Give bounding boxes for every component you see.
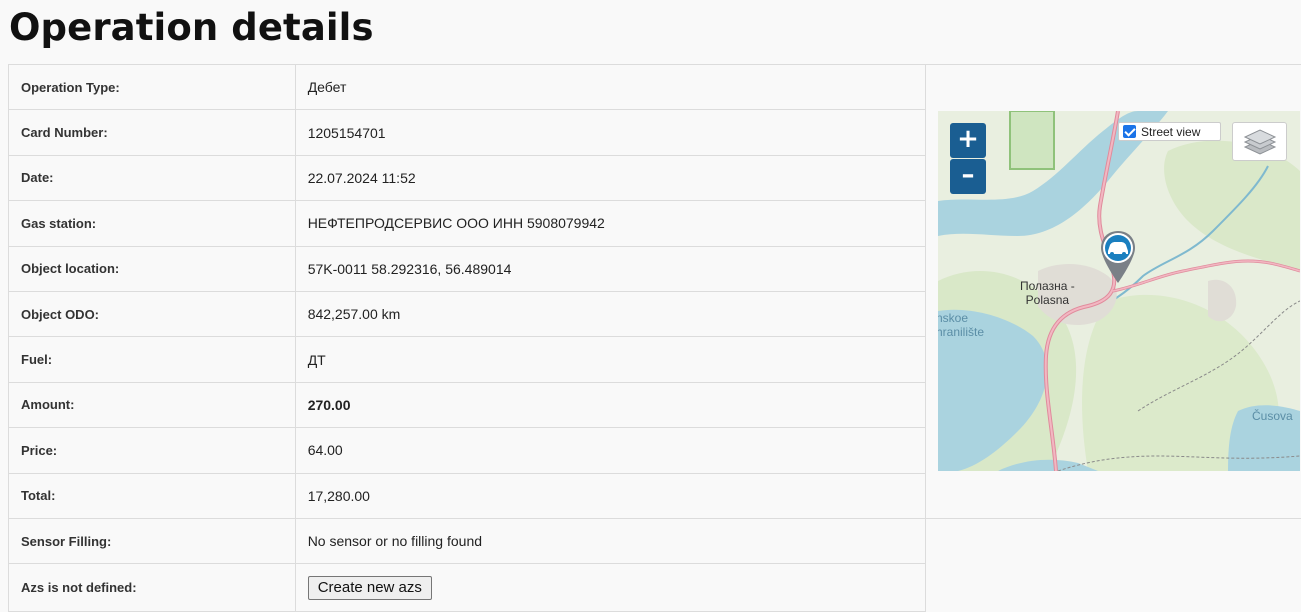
table-row: Gas station: НЕФТЕПРОДСЕРВИС ООО ИНН 590… <box>8 200 927 247</box>
row-value-gas-station: НЕФТЕПРОДСЕРВИС ООО ИНН 5908079942 <box>294 200 927 247</box>
row-label-object-odo: Object ODO: <box>8 290 296 338</box>
map-river-label: Čusova <box>1252 409 1293 423</box>
row-label-total: Total: <box>8 472 296 519</box>
map-reservoir-label: nskoe hranilište <box>938 311 985 339</box>
table-row: Object location: 57K-0011 58.292316, 56.… <box>8 245 927 292</box>
layers-icon <box>1243 129 1277 155</box>
table-row: Amount: 270.00 <box>8 381 927 429</box>
row-label-operation-type: Operation Type: <box>8 63 296 111</box>
street-view-checkbox[interactable] <box>1123 125 1136 138</box>
operation-details-table: Operation Type: Дебет Card Number: 12051… <box>8 63 927 612</box>
street-view-label: Street view <box>1141 124 1201 139</box>
table-row: Card Number: 1205154701 <box>8 109 927 156</box>
street-view-toggle[interactable]: Street view <box>1118 122 1221 141</box>
map-town-label: Полазна - Polasna <box>1020 279 1075 307</box>
row-label-azs-not-defined: Azs is not defined: <box>8 563 296 612</box>
table-row: Fuel: ДТ <box>8 336 927 383</box>
table-row: Date: 22.07.2024 11:52 <box>8 154 927 202</box>
layers-button[interactable] <box>1232 122 1287 161</box>
row-value-total: 17,280.00 <box>294 472 927 519</box>
table-row: Total: 17,280.00 <box>8 472 927 519</box>
row-label-fuel: Fuel: <box>8 336 296 383</box>
row-label-date: Date: <box>8 154 296 202</box>
table-row: Sensor Filling: No sensor or no filling … <box>8 517 927 565</box>
row-value-price: 64.00 <box>294 427 927 474</box>
row-value-date: 22.07.2024 11:52 <box>294 154 927 202</box>
row-value-azs-action: Create new azs <box>294 563 927 612</box>
row-label-sensor-filling: Sensor Filling: <box>8 517 296 565</box>
row-value-object-location: 57K-0011 58.292316, 56.489014 <box>294 245 927 292</box>
location-map[interactable]: Полазна - Polasna nskoe hranilište Čusov… <box>938 111 1300 471</box>
zoom-in-button[interactable]: + <box>950 123 986 158</box>
row-value-sensor-filling: No sensor or no filling found <box>294 517 927 565</box>
row-label-price: Price: <box>8 427 296 474</box>
row-label-object-location: Object location: <box>8 245 296 292</box>
row-label-card-number: Card Number: <box>8 109 296 156</box>
row-value-fuel: ДТ <box>294 336 927 383</box>
table-row: Price: 64.00 <box>8 427 927 474</box>
row-value-amount: 270.00 <box>294 381 927 429</box>
zoom-out-button[interactable]: – <box>950 159 986 194</box>
map-tiles <box>938 111 1300 471</box>
row-value-card-number: 1205154701 <box>294 109 927 156</box>
table-row: Object ODO: 842,257.00 km <box>8 290 927 338</box>
page-title: Operation details <box>9 6 374 49</box>
row-value-operation-type: Дебет <box>294 63 927 111</box>
create-new-azs-button[interactable]: Create new azs <box>307 575 432 600</box>
table-row: Azs is not defined: Create new azs <box>8 563 927 612</box>
row-value-object-odo: 842,257.00 km <box>294 290 927 338</box>
row-label-gas-station: Gas station: <box>8 200 296 247</box>
row-label-amount: Amount: <box>8 381 296 429</box>
table-row: Operation Type: Дебет <box>8 63 927 111</box>
